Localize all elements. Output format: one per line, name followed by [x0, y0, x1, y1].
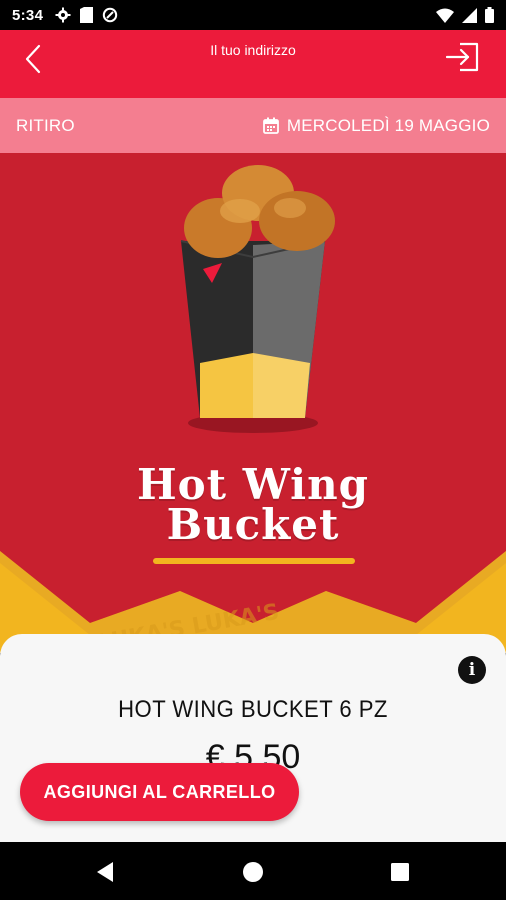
hero-title-line2: Bucket	[166, 500, 340, 549]
pickup-bar: RITIRO MERCOLEDÌ 19 MAGGIO	[0, 98, 506, 153]
pickup-date-selector[interactable]: MERCOLEDÌ 19 MAGGIO	[262, 115, 490, 136]
add-to-cart-button[interactable]: AGGIUNGI AL CARRELLO	[20, 763, 299, 821]
battery-icon	[485, 7, 494, 23]
login-icon	[446, 42, 479, 72]
system-nav-bar	[0, 842, 506, 900]
app-header: Il tuo indirizzo	[0, 30, 506, 98]
status-time: 5:34	[12, 6, 44, 24]
nav-recents-button[interactable]	[385, 857, 415, 887]
hero-title: Hot Wing Bucket	[0, 460, 506, 549]
sim-card-icon	[80, 7, 94, 23]
back-triangle-icon	[97, 862, 113, 882]
status-bar: 5:34	[0, 0, 506, 30]
cellular-signal-icon	[462, 7, 477, 23]
info-button[interactable]: i	[458, 656, 486, 684]
bucket-graphic	[180, 240, 326, 418]
calendar-icon	[262, 117, 279, 134]
home-circle-icon	[243, 862, 263, 882]
product-hero-image: Hot Wing Bucket LUKA'S LUKA'S LUKA'S	[0, 153, 506, 653]
nav-home-button[interactable]	[238, 857, 268, 887]
data-saver-icon	[102, 7, 118, 23]
nav-back-button[interactable]	[90, 857, 120, 887]
pickup-date-label: MERCOLEDÌ 19 MAGGIO	[286, 115, 490, 135]
login-button[interactable]	[444, 40, 482, 74]
product-name: HOT WING BUCKET 6 PZ	[118, 696, 388, 723]
header-title[interactable]: Il tuo indirizzo	[0, 42, 506, 58]
wifi-icon	[436, 8, 454, 23]
product-card: i HOT WING BUCKET 6 PZ € 5,50 AGGIUNGI A…	[0, 634, 506, 842]
hero-title-line1: Hot Wing	[136, 460, 369, 509]
info-icon: i	[468, 660, 476, 680]
status-right-icons	[436, 7, 494, 23]
pickup-mode[interactable]: RITIRO	[16, 116, 75, 136]
status-left-icons	[55, 7, 118, 23]
settings-icon	[55, 7, 71, 23]
recents-square-icon	[391, 863, 409, 881]
